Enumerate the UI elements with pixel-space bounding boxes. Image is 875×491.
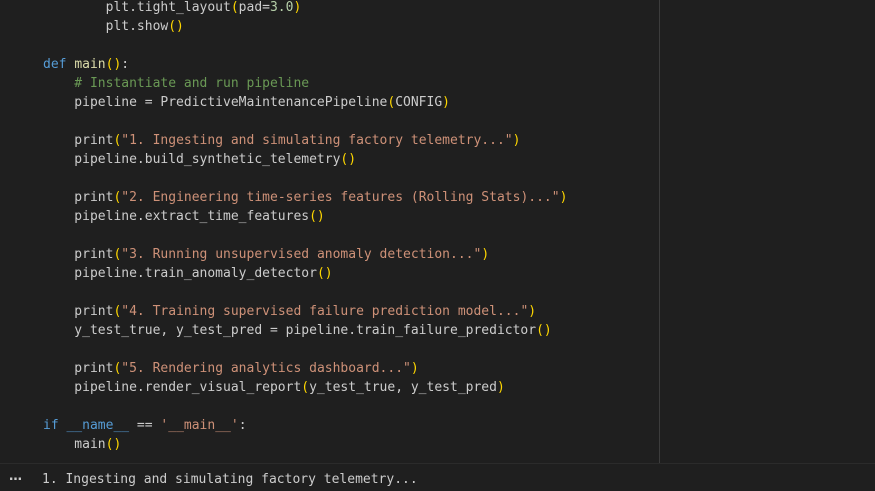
code-line: if __name__ == '__main__': <box>43 416 567 435</box>
notebook-cell: plt.tight_layout(pad=3.0) plt.show() def … <box>0 0 875 491</box>
code-token: y_test_true, y_test_pred = pipeline.trai… <box>43 323 537 338</box>
code-token: ( <box>230 0 239 15</box>
code-line: y_test_true, y_test_pred = pipeline.trai… <box>43 321 567 340</box>
code-token: == <box>129 418 161 433</box>
code-token: print <box>43 361 114 376</box>
code-token: if <box>43 418 59 433</box>
code-token: 3.0 <box>269 0 294 15</box>
code-token: y_test_true, y_test_pred <box>309 380 497 395</box>
code-line: pipeline.extract_time_features() <box>43 207 567 226</box>
code-token: pipeline = PredictiveMaintenancePipeline <box>43 95 388 110</box>
code-token: "3. Running unsupervised anomaly detecti… <box>121 247 482 262</box>
code-token: () <box>105 57 122 72</box>
code-line: pipeline.render_visual_report(y_test_tru… <box>43 378 567 397</box>
code-token: "2. Engineering time-series features (Ro… <box>121 190 560 205</box>
code-token: ) <box>496 380 505 395</box>
code-line: pipeline.train_anomaly_detector() <box>43 264 567 283</box>
code-line: print("1. Ingesting and simulating facto… <box>43 131 567 150</box>
code-token: plt.tight_layout <box>43 0 231 15</box>
code-line: pipeline.build_synthetic_telemetry() <box>43 150 567 169</box>
code-token: pipeline.extract_time_features <box>43 209 310 224</box>
code-token: "5. Rendering analytics dashboard..." <box>121 361 411 376</box>
code-token: # Instantiate and run pipeline <box>43 76 310 91</box>
code-line: def main(): <box>43 55 567 74</box>
code-token: "1. Ingesting and simulating factory tel… <box>121 133 513 148</box>
code-token: print <box>43 133 114 148</box>
code-token: CONFIG <box>395 95 443 110</box>
code-token: () <box>309 209 325 224</box>
code-line: print("2. Engineering time-series featur… <box>43 188 567 207</box>
code-token: plt.show <box>43 19 169 34</box>
code-token: : <box>238 418 247 433</box>
code-line: print("3. Running unsupervised anomaly d… <box>43 245 567 264</box>
code-line: main() <box>43 435 567 454</box>
code-token: () <box>168 19 184 34</box>
code-line: print("4. Training supervised failure pr… <box>43 302 567 321</box>
code-token: : <box>121 57 130 72</box>
code-token: pipeline.train_anomaly_detector <box>43 266 317 281</box>
code-token: () <box>340 152 357 167</box>
editor-ruler <box>659 0 660 463</box>
code-token: ) <box>559 190 568 205</box>
code-line: plt.show() <box>43 17 567 36</box>
code-token: pipeline.build_synthetic_telemetry <box>43 152 341 167</box>
code-token: ) <box>442 95 450 110</box>
code-token: print <box>43 247 114 262</box>
code-line: # Instantiate and run pipeline <box>43 74 567 93</box>
code-token: pad= <box>238 0 270 15</box>
code-token: main <box>74 57 106 72</box>
code-token: ) <box>293 0 302 15</box>
code-token: ) <box>512 133 521 148</box>
code-token: ( <box>301 380 310 395</box>
code-token: '__main__' <box>160 418 239 433</box>
code-token: __name__ <box>66 418 130 433</box>
code-block[interactable]: plt.tight_layout(pad=3.0) plt.show() def … <box>43 0 567 454</box>
code-token: ) <box>481 247 490 262</box>
code-token: ) <box>410 361 419 376</box>
code-line: pipeline = PredictiveMaintenancePipeline… <box>43 93 567 112</box>
code-token: () <box>316 266 333 281</box>
more-actions-icon[interactable]: … <box>9 469 23 484</box>
code-token: print <box>43 304 114 319</box>
code-token: ) <box>528 304 537 319</box>
code-line: plt.tight_layout(pad=3.0) <box>43 0 567 17</box>
code-token: () <box>105 437 122 452</box>
code-editor[interactable]: plt.tight_layout(pad=3.0) plt.show() def … <box>0 0 875 463</box>
code-token: () <box>536 323 552 338</box>
code-token: print <box>43 190 114 205</box>
code-token: pipeline.render_visual_report <box>43 380 302 395</box>
output-text: 1. Ingesting and simulating factory tele… <box>42 472 418 487</box>
code-token: main <box>43 437 106 452</box>
code-token: "4. Training supervised failure predicti… <box>121 304 529 319</box>
cell-output: … 1. Ingesting and simulating factory te… <box>0 463 875 491</box>
code-line: print("5. Rendering analytics dashboard.… <box>43 359 567 378</box>
code-token: def <box>43 57 67 72</box>
